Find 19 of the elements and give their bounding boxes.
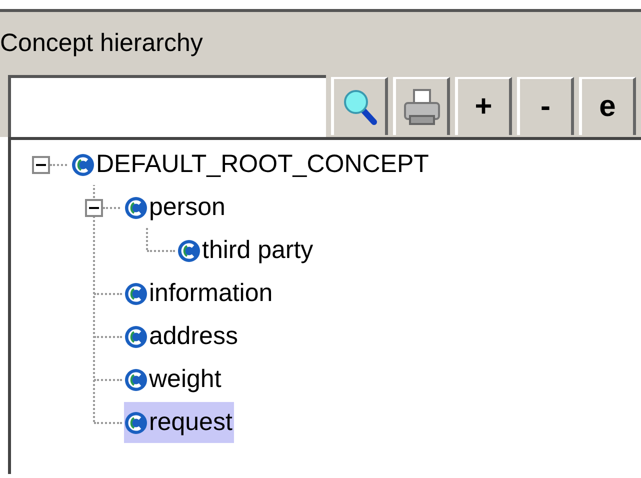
concept-icon — [124, 324, 148, 348]
collapse-toggle[interactable] — [32, 156, 50, 174]
concept-icon — [124, 196, 148, 220]
concept-icon — [124, 282, 148, 306]
toolbar-button[interactable]: e — [579, 77, 636, 135]
search-button[interactable] — [331, 77, 388, 135]
printer-icon — [402, 88, 440, 126]
toolbar-button[interactable]: + — [455, 77, 512, 135]
print-button[interactable] — [393, 77, 450, 135]
concept-icon — [71, 152, 95, 176]
concept-icon — [177, 238, 201, 262]
toolbar-button[interactable]: - — [517, 77, 574, 135]
concept-icon — [124, 368, 148, 392]
concept-icon — [124, 410, 148, 434]
panel-title: Concept hierarchy — [0, 31, 203, 56]
tree-item[interactable]: request — [124, 402, 234, 443]
collapse-toggle[interactable] — [85, 199, 103, 217]
magnifier-icon — [342, 89, 376, 125]
search-field[interactable] — [8, 75, 326, 137]
